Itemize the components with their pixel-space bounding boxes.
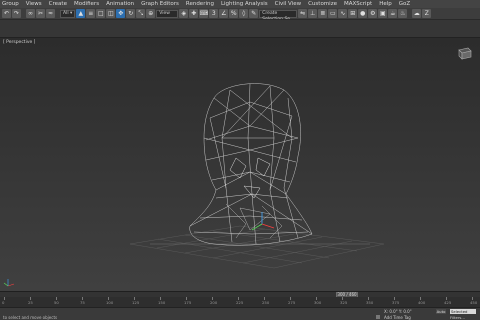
key-filters-button[interactable]: Filters...	[450, 315, 465, 320]
reference-coordinate-dropdown[interactable]: View	[156, 9, 179, 18]
menu-item-civil-view[interactable]: Civil View	[272, 0, 305, 8]
mirror-icon[interactable]: ⇋	[298, 9, 308, 18]
menu-item-animation[interactable]: Animation	[103, 0, 138, 8]
timeline-tick-label: 275	[288, 300, 296, 305]
track-bar[interactable]: 0 25 50 75 100 125 150 175 200 225 250 275 300 325 350…	[0, 297, 480, 307]
timeline-tick-label: 0	[2, 300, 5, 305]
menu-item-help[interactable]: Help	[376, 0, 396, 8]
wireframe-head-mesh[interactable]	[189, 83, 313, 246]
percent-snap-icon[interactable]: %	[229, 9, 239, 18]
timeline-tick-label: 350	[366, 300, 374, 305]
auto-key-button[interactable]: Auto	[436, 309, 446, 314]
menu-item-create[interactable]: Create	[46, 0, 71, 8]
timeline-tick-label: 175	[184, 300, 192, 305]
a360-render-icon[interactable]: ☁	[412, 9, 422, 18]
named-selection-set-dropdown[interactable]: Create Selection Se	[259, 9, 298, 19]
select-and-rotate-icon[interactable]: ↻	[126, 9, 136, 18]
toolbar-separator	[408, 9, 411, 18]
toolbar-separator	[22, 9, 25, 18]
manipulate-icon[interactable]: ✚	[189, 9, 199, 18]
menu-item-customize[interactable]: Customize	[305, 0, 341, 8]
select-object-icon[interactable]: ▲	[76, 9, 86, 18]
main-toolbar: ↶ ↷ ∞ ✂ ≈ All ▾ ▲ ≡ □ ◫ ✥ ↻ ⤡ ⊕ View ◈ ✚…	[0, 8, 480, 20]
menu-item-group[interactable]: Group	[0, 0, 23, 8]
timeline-tick-label: 425	[444, 300, 452, 305]
timeline-tick-label: 25	[28, 300, 33, 305]
undo-icon[interactable]: ↶	[2, 9, 11, 18]
bind-space-warp-icon[interactable]: ≈	[46, 9, 55, 18]
snaps-toggle-icon[interactable]: 3	[209, 9, 219, 18]
timeline-tick-label: 400	[418, 300, 426, 305]
rendered-frame-window-icon[interactable]: ▣	[378, 9, 388, 18]
unlink-icon[interactable]: ✂	[36, 9, 45, 18]
menu-item-views[interactable]: Views	[23, 0, 46, 8]
schematic-view-icon[interactable]: ⊞	[348, 9, 358, 18]
material-editor-icon[interactable]: ●	[358, 9, 368, 18]
render-setup-icon[interactable]: ⚙	[368, 9, 378, 18]
timeline-tick-label: 150	[158, 300, 166, 305]
render-iterative-icon[interactable]: ♨	[398, 9, 408, 18]
select-and-scale-icon[interactable]: ⤡	[136, 9, 146, 18]
axis-tripod-icon	[3, 279, 15, 287]
select-by-name-icon[interactable]: ≡	[86, 9, 96, 18]
angle-snap-icon[interactable]: ∠	[219, 9, 229, 18]
window-crossing-icon[interactable]: ◫	[106, 9, 116, 18]
viewport-canvas[interactable]	[0, 38, 480, 291]
curve-editor-icon[interactable]: ∿	[338, 9, 348, 18]
menu-item-modifiers[interactable]: Modifiers	[71, 0, 103, 8]
ribbon-strip	[0, 20, 480, 38]
spinner-snap-icon[interactable]: ◊	[239, 9, 249, 18]
menu-item-goz[interactable]: GoZ	[396, 0, 414, 8]
pivot-point-icon[interactable]: ◈	[179, 9, 189, 18]
render-production-icon[interactable]: ☕	[388, 9, 398, 18]
timeline-tick-label: 250	[262, 300, 270, 305]
menu-item-lighting-analysis[interactable]: Lighting Analysis	[218, 0, 272, 8]
timeline-tick-label: 75	[80, 300, 85, 305]
menu-item-rendering[interactable]: Rendering	[183, 0, 218, 8]
menu-item-maxscript[interactable]: MAXScript	[341, 0, 376, 8]
toolbar-separator	[56, 9, 59, 18]
menu-bar: Group Views Create Modifiers Animation Graph …	[0, 0, 480, 8]
timeline-tick-label: 325	[340, 300, 348, 305]
add-time-tag[interactable]: Add Time Tag	[384, 315, 411, 320]
home-grid	[129, 225, 385, 269]
viewport-label[interactable]: [ Perspective ]	[3, 40, 35, 45]
timeline-tick-label: 100	[106, 300, 114, 305]
coordinate-readout: X: 0.0" Y: 0.0"	[384, 309, 412, 314]
status-prompt: to select and move objects	[3, 315, 58, 320]
select-and-move-icon[interactable]: ✥	[116, 9, 126, 18]
goz-icon[interactable]: Z	[422, 9, 432, 18]
link-icon[interactable]: ∞	[26, 9, 35, 18]
viewcube-icon[interactable]	[458, 47, 472, 60]
toggle-ribbon-icon[interactable]: ▭	[328, 9, 338, 18]
timeline-tick-label: 50	[54, 300, 59, 305]
timeline-tick-label: 450	[470, 300, 478, 305]
keyboard-shortcut-icon[interactable]: ⌨	[199, 9, 209, 18]
timeline-tick-label: 225	[236, 300, 244, 305]
menu-item-graph-editors[interactable]: Graph Editors	[138, 0, 183, 8]
status-bar: to select and move objects X: 0.0" Y: 0.…	[0, 307, 480, 320]
key-filter-dropdown[interactable]: Selected	[450, 309, 476, 314]
layer-explorer-icon[interactable]: ≣	[318, 9, 328, 18]
select-and-place-icon[interactable]: ⊕	[146, 9, 156, 18]
timeline-tick-label: 375	[392, 300, 400, 305]
selection-filter-dropdown[interactable]: All ▾	[60, 9, 76, 18]
align-icon[interactable]: ⊥	[308, 9, 318, 18]
timeline-tick-label: 300	[314, 300, 322, 305]
rectangular-selection-icon[interactable]: □	[96, 9, 106, 18]
timeline-tick-label: 125	[132, 300, 140, 305]
timeline-tick-label: 200	[210, 300, 218, 305]
redo-icon[interactable]: ↷	[12, 9, 21, 18]
perspective-viewport[interactable]: [ Perspective ]	[0, 38, 480, 291]
edit-named-selection-icon[interactable]: ✎	[249, 9, 259, 18]
lock-selection-icon[interactable]	[376, 315, 380, 319]
